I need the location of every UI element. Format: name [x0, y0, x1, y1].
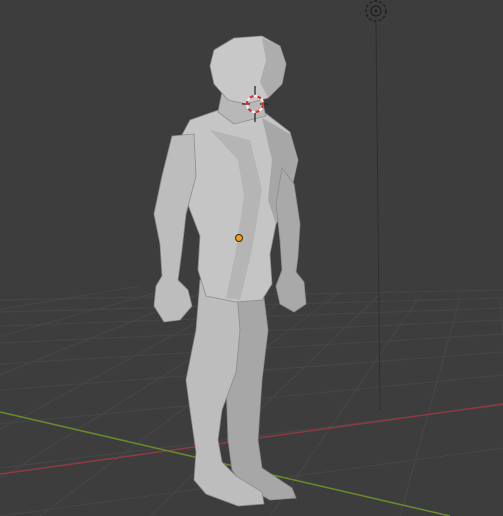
3d-viewport[interactable]: [0, 0, 503, 516]
object-origin-dot[interactable]: [235, 234, 243, 242]
